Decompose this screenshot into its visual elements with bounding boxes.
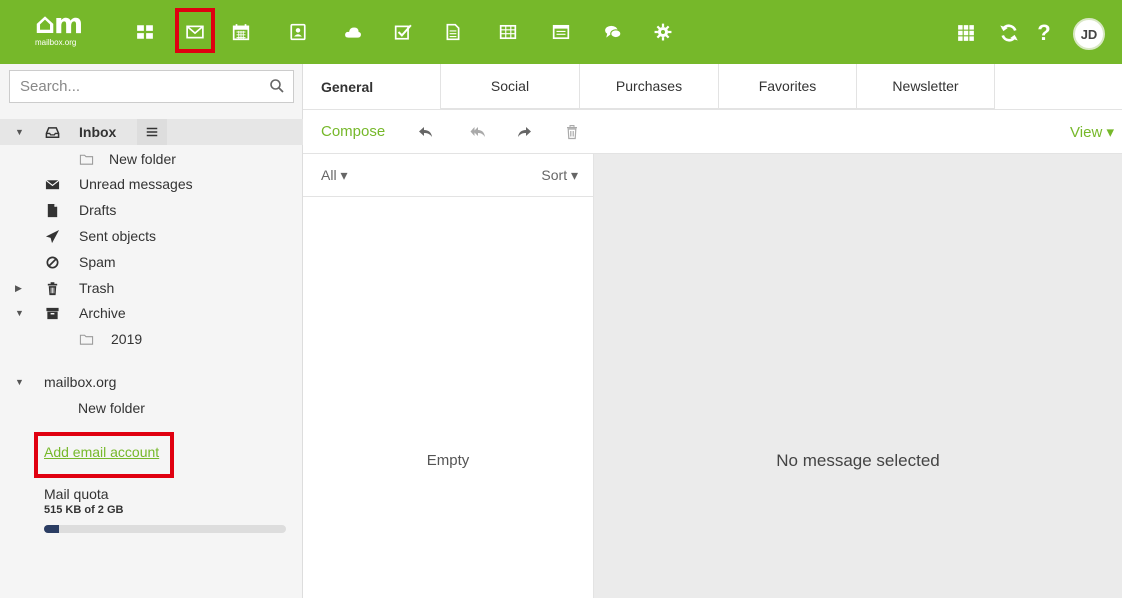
- folder-unread[interactable]: Unread messages: [0, 171, 303, 197]
- tab-purchases[interactable]: Purchases: [580, 64, 719, 109]
- sort-dropdown[interactable]: Sort ▾: [541, 167, 578, 184]
- expand-caret-icon[interactable]: ▶: [15, 283, 25, 293]
- archive-box-icon: [44, 305, 60, 321]
- folder-icon: [78, 331, 94, 347]
- folder-sent[interactable]: Sent objects: [0, 223, 303, 249]
- folder-inbox-new-folder[interactable]: New folder: [0, 146, 303, 172]
- collapse-caret-icon[interactable]: ▼: [15, 308, 25, 318]
- delete-icon[interactable]: [563, 123, 581, 141]
- message-list-pane: All ▾ Sort ▾ Empty: [303, 154, 594, 598]
- trash-icon: [44, 280, 60, 296]
- spam-ban-icon: [44, 254, 60, 270]
- folder-drafts[interactable]: Drafts: [0, 197, 303, 223]
- draft-file-icon: [44, 202, 60, 218]
- no-message-selected-text: No message selected: [776, 451, 940, 470]
- calendar-icon[interactable]: [228, 19, 254, 45]
- quota-title: Mail quota: [44, 486, 109, 502]
- account-mailbox-org[interactable]: ▼ mailbox.org: [0, 369, 303, 395]
- contacts-icon[interactable]: [285, 19, 311, 45]
- category-tabs: General Social Purchases Favorites Newsl…: [303, 64, 1122, 110]
- folder-archive[interactable]: ▼ Archive: [0, 300, 303, 326]
- search-box: [9, 70, 294, 103]
- folder-inbox[interactable]: ▼ Inbox: [0, 119, 303, 145]
- mail-icon-highlight: [175, 8, 215, 53]
- logo-mark: ⌂m: [35, 7, 83, 40]
- collapse-caret-icon[interactable]: ▼: [15, 377, 25, 387]
- mailbox-logo[interactable]: ⌂m mailbox.org: [35, 7, 95, 52]
- cloud-icon[interactable]: [340, 19, 366, 45]
- tab-social[interactable]: Social: [441, 64, 580, 109]
- folder-label: Inbox: [79, 124, 117, 140]
- view-dropdown[interactable]: View ▾: [1070, 123, 1114, 141]
- app-launcher-icon[interactable]: [952, 19, 980, 47]
- folder-label: Drafts: [79, 202, 117, 218]
- collapse-caret-icon[interactable]: ▼: [15, 127, 25, 137]
- chat-icon[interactable]: [600, 19, 626, 45]
- account-label: mailbox.org: [44, 374, 117, 390]
- spreadsheet-icon[interactable]: [495, 19, 521, 45]
- folder-account-new-folder[interactable]: New folder: [0, 395, 303, 421]
- filter-dropdown[interactable]: All ▾: [321, 167, 347, 184]
- folder-label: Unread messages: [79, 176, 193, 192]
- folder-icon: [78, 151, 94, 167]
- settings-icon[interactable]: [650, 19, 676, 45]
- folder-label: New folder: [109, 151, 176, 167]
- folder-label: Sent objects: [79, 228, 157, 244]
- top-bar: ⌂m mailbox.org ? JD: [0, 0, 1122, 64]
- tab-newsletter[interactable]: Newsletter: [857, 64, 995, 109]
- documents-icon[interactable]: [440, 19, 466, 45]
- message-detail-pane: No message selected: [594, 154, 1122, 598]
- folder-label: Archive: [79, 305, 126, 321]
- folder-sidebar: ▼ Inbox New folder Unread messages Draft…: [0, 64, 303, 598]
- logo-text: mailbox.org: [35, 38, 77, 47]
- tab-general[interactable]: General: [303, 64, 441, 109]
- dashboard-icon[interactable]: [132, 19, 158, 45]
- reply-icon[interactable]: [417, 123, 435, 141]
- folder-label: 2019: [111, 331, 143, 347]
- list-header: All ▾ Sort ▾: [303, 154, 593, 197]
- empty-list-text: Empty: [426, 452, 470, 469]
- folder-label: Spam: [79, 254, 116, 270]
- user-avatar[interactable]: JD: [1073, 18, 1105, 50]
- quota-progress-bar: [44, 525, 286, 533]
- reply-all-icon[interactable]: [469, 123, 487, 141]
- folder-menu-button[interactable]: [137, 119, 167, 145]
- folder-label: Trash: [79, 280, 115, 296]
- add-email-account-link[interactable]: Add email account: [44, 444, 159, 460]
- compose-button[interactable]: Compose: [321, 123, 385, 140]
- quota-value: 515 KB of 2 GB: [44, 504, 124, 516]
- search-input[interactable]: [10, 71, 280, 102]
- folder-spam[interactable]: Spam: [0, 249, 303, 275]
- tasks-icon[interactable]: [390, 19, 416, 45]
- send-icon: [44, 228, 60, 244]
- folder-archive-2019[interactable]: 2019: [0, 326, 303, 352]
- quota-progress-fill: [44, 525, 59, 533]
- refresh-icon[interactable]: [995, 19, 1023, 47]
- menu-icon: [146, 127, 158, 137]
- mail-toolbar: Compose View ▾: [303, 110, 1122, 154]
- tab-favorites[interactable]: Favorites: [719, 64, 857, 109]
- folder-trash[interactable]: ▶ Trash: [0, 275, 303, 301]
- folder-label: New folder: [78, 400, 145, 416]
- inbox-icon: [44, 124, 60, 140]
- presentation-icon[interactable]: [548, 19, 574, 45]
- search-icon[interactable]: [269, 78, 285, 94]
- forward-icon[interactable]: [515, 123, 533, 141]
- envelope-icon: [44, 176, 60, 192]
- help-icon[interactable]: ?: [1030, 19, 1058, 47]
